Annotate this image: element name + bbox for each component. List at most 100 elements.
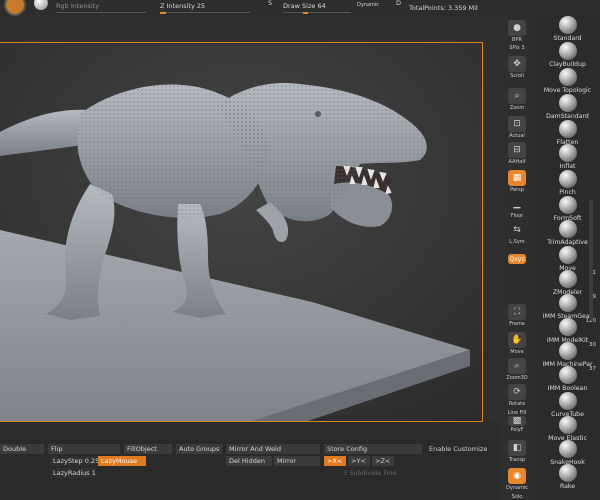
brush-item[interactable]: Standard: [535, 16, 600, 42]
brush-label: DamStandard: [546, 113, 589, 120]
brush-item[interactable]: IMM ModelKit 120: [535, 318, 600, 344]
scroll-button[interactable]: ✥ Scroll: [504, 56, 530, 79]
rgb-intensity-slider[interactable]: Rgb Intensity: [56, 2, 146, 10]
store-config-button[interactable]: Store Config: [324, 444, 422, 454]
brush-item[interactable]: IMM Boolean 37: [535, 366, 600, 392]
brush-item[interactable]: Inflat: [535, 144, 600, 170]
d-label[interactable]: D: [396, 0, 401, 7]
polyf-label: PolyF: [510, 427, 524, 433]
view-tools-column: ● BPR SPix 3 ✥ Scroll ⌕ Zoom ⊡ Actual ⊟ …: [500, 16, 535, 500]
lazy-radius-slider[interactable]: LazyRadius 1: [50, 468, 96, 478]
bpr-label: BPR: [512, 37, 522, 43]
brush-sphere-icon: [558, 16, 577, 34]
solo-icon: ◉: [508, 468, 526, 484]
mirror-button[interactable]: Mirror: [274, 456, 320, 466]
y-axis-button[interactable]: >Y<: [348, 456, 370, 466]
brush-sphere-icon: [558, 270, 577, 288]
brush-sphere-icon: [558, 196, 577, 214]
bpr-button[interactable]: ● BPR: [504, 20, 530, 43]
fill-object-button[interactable]: FillObject: [124, 444, 172, 454]
flip-button[interactable]: Flip: [48, 444, 120, 454]
brush-label: IMM Boolean: [547, 385, 588, 392]
brush-sphere-icon: [558, 68, 577, 86]
floor-button[interactable]: ▁ Floor: [504, 196, 530, 219]
brush-item[interactable]: IMM MachinePar 30: [535, 342, 600, 368]
canvas-footer-gap: [0, 422, 500, 440]
scroll-label: Scroll: [510, 73, 524, 79]
spix-slider[interactable]: SPix 3: [504, 45, 530, 51]
transp-button[interactable]: ◧ Transp: [504, 440, 530, 463]
zoom-label: Zoom: [509, 105, 525, 111]
actual-button[interactable]: ⊡ Actual: [504, 116, 530, 139]
solo-toggle[interactable]: Solo: [504, 494, 530, 500]
z-intensity-slider[interactable]: Z Intensity 25: [160, 2, 250, 10]
rotate-icon: ⟳: [508, 384, 526, 400]
solo-button[interactable]: ◉ Dynamic: [504, 468, 530, 491]
z-axis-button[interactable]: >Z<: [372, 456, 394, 466]
brush-item[interactable]: Pinch: [535, 170, 600, 196]
double-button[interactable]: Double: [0, 444, 44, 454]
brush-sphere-icon: [558, 366, 577, 384]
zoom-button[interactable]: ⌕ Zoom: [504, 88, 530, 111]
dynamic-toggle[interactable]: Dynamic: [357, 2, 379, 8]
solo-label: Solo: [511, 494, 523, 500]
right-shelf-strip: [485, 16, 500, 422]
s-label[interactable]: S: [268, 0, 272, 7]
persp-button[interactable]: ▦ Persp: [504, 170, 530, 193]
brush-sphere-icon: [558, 120, 577, 138]
lazy-mouse-button[interactable]: LazyMouse: [98, 456, 146, 466]
mirror-and-weld-button[interactable]: Mirror And Weld: [226, 444, 320, 454]
brush-item[interactable]: ClayBuildup: [535, 42, 600, 68]
brush-item[interactable]: Flatten: [535, 120, 600, 146]
persp-label: Persp: [510, 187, 524, 193]
brush-sphere-icon: [558, 440, 577, 458]
aahalf-button[interactable]: ⊟ AAHalf: [504, 142, 530, 165]
aahalf-icon: ⊟: [508, 142, 526, 158]
move-button[interactable]: ✋ Move: [504, 332, 530, 355]
xyz-button[interactable]: Qxyz: [504, 254, 530, 265]
floor-icon: ▁: [513, 199, 521, 209]
zoom3d-button[interactable]: ⌕ Zoom3D: [504, 358, 530, 381]
rotate-label: Rotate: [508, 401, 526, 407]
frame-label: Frame: [509, 321, 525, 327]
material-swatch[interactable]: [4, 0, 26, 16]
brush-scrollbar[interactable]: [589, 200, 593, 320]
x-axis-button[interactable]: >X<: [324, 456, 346, 466]
brush-sphere-icon: [558, 464, 577, 482]
move-label: Move: [510, 349, 524, 355]
draw-size-slider[interactable]: Draw Size 64: [283, 2, 351, 10]
scroll-icon: ✥: [508, 56, 526, 72]
auto-groups-button[interactable]: Auto Groups: [176, 444, 222, 454]
aahalf-label: AAHalf: [508, 159, 526, 165]
lsym-button[interactable]: ⇆ L.Sym: [504, 222, 530, 245]
brush-item[interactable]: CurveTube: [535, 392, 600, 418]
brush-label: Standard: [553, 35, 582, 42]
rotate-button[interactable]: ⟳ Rotate: [504, 384, 530, 407]
draw-size-track: [283, 12, 351, 13]
viewport-canvas[interactable]: [0, 44, 485, 422]
bpr-icon: ●: [508, 20, 526, 36]
enable-customize-button[interactable]: Enable Customize: [426, 444, 496, 454]
brush-item[interactable]: Move Elastic: [535, 416, 600, 442]
frame-button[interactable]: ⛶ Frame: [504, 304, 530, 327]
brush-count: 1: [592, 270, 597, 276]
brush-item[interactable]: SnakeHook: [535, 440, 600, 466]
color-swatch[interactable]: [34, 0, 48, 10]
linefill-button[interactable]: Line Fill ▩ PolyF: [504, 410, 530, 433]
brush-sphere-icon: [558, 342, 577, 360]
brush-sphere-icon: [558, 170, 577, 188]
spix-label: SPix 3: [509, 45, 525, 51]
brush-item[interactable]: Move Topologic: [535, 68, 600, 94]
z-intensity-label: Z Intensity 25: [160, 2, 206, 10]
z-intensity-fill: [160, 12, 166, 14]
brush-sphere-icon: [558, 294, 577, 312]
zoom3d-label: Zoom3D: [506, 375, 528, 381]
brush-item[interactable]: Rake: [535, 464, 600, 490]
transp-label: Transp: [508, 457, 526, 463]
brush-item[interactable]: DamStandard: [535, 94, 600, 120]
brush-label: Inflat: [559, 163, 576, 170]
subdivide-hint: 3 Subdivide Fine: [343, 469, 397, 477]
del-hidden-button[interactable]: Del Hidden: [226, 456, 272, 466]
lazy-step-slider[interactable]: LazyStep 0.25: [50, 456, 99, 466]
dynamic-label: Dynamic: [505, 485, 529, 491]
